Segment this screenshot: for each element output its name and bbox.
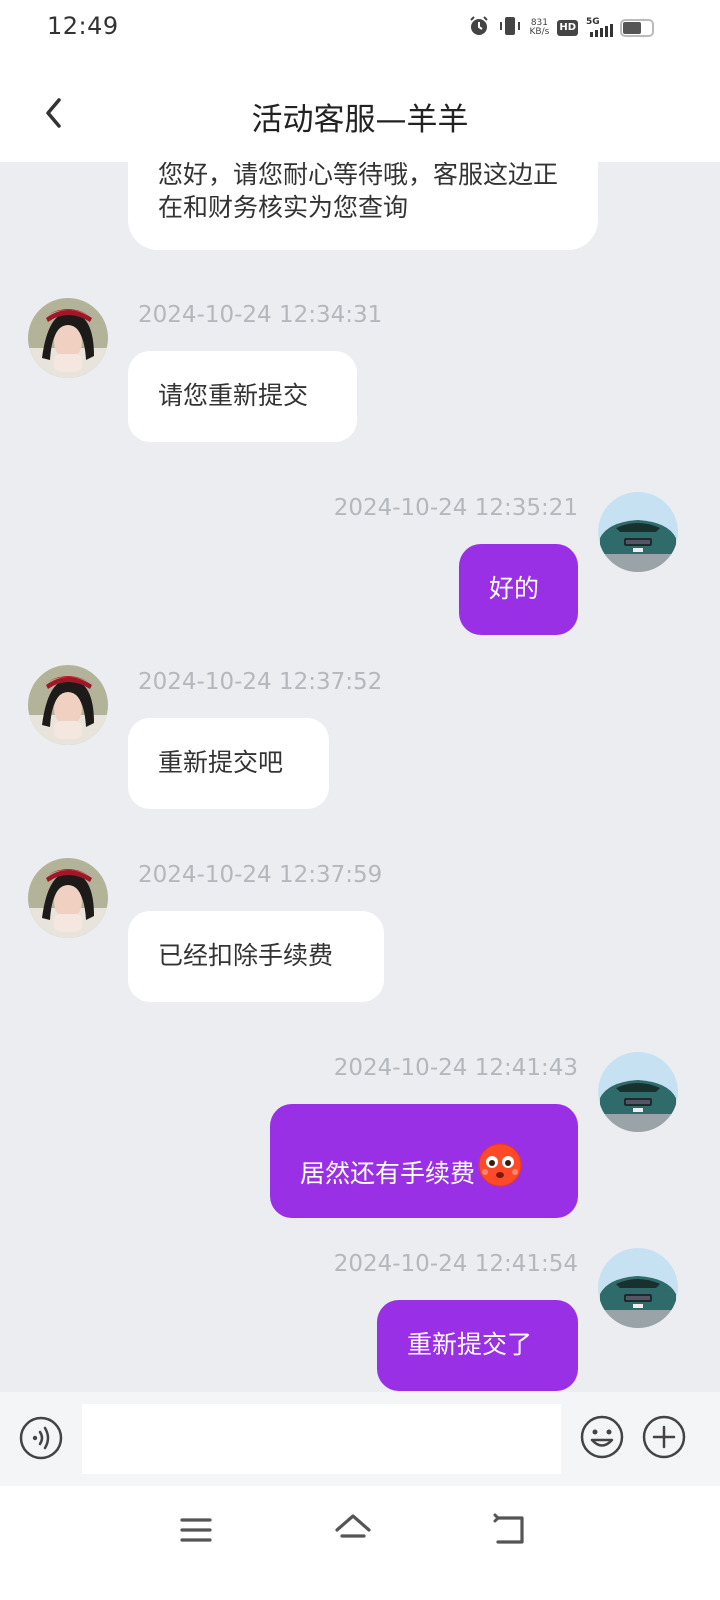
agent-avatar[interactable] (28, 298, 108, 378)
status-icons: 831 KB/s HD 5G (468, 16, 654, 40)
message-timestamp: 2024-10-24 12:35:21 (333, 495, 578, 521)
message-bubble-incoming[interactable]: 重新提交吧 (128, 718, 329, 809)
message-bubble-incoming[interactable]: 请您重新提交 (128, 351, 357, 442)
message-timestamp: 2024-10-24 12:37:59 (138, 862, 383, 888)
home-icon (335, 1514, 371, 1538)
menu-icon (180, 1518, 212, 1542)
message-text: 您好，请您耐心等待哦，客服这边正在和财务核实为您查询 (158, 162, 559, 222)
smiley-icon (580, 1415, 624, 1459)
page-title: 活动客服—羊羊 (251, 102, 469, 138)
message-text: 重新提交了 (407, 1330, 533, 1359)
nav-home-button[interactable] (333, 1510, 373, 1550)
message-input[interactable] (82, 1404, 561, 1474)
network-speed: 831 KB/s (530, 19, 550, 37)
message-text: 已经扣除手续费 (158, 941, 334, 970)
message-bubble-incoming[interactable]: 您好，请您耐心等待哦，客服这边正在和财务核实为您查询 (128, 162, 598, 250)
user-avatar-image (598, 492, 678, 572)
chat-messages[interactable]: 您好，请您耐心等待哦，客服这边正在和财务核实为您查询 2024-10-24 12… (0, 162, 720, 1392)
user-avatar-image (598, 1248, 678, 1328)
nav-back-button[interactable] (490, 1510, 530, 1550)
message-text: 居然还有手续费 (300, 1159, 476, 1188)
battery-icon (620, 19, 654, 37)
agent-avatar-image (28, 298, 108, 378)
message-timestamp: 2024-10-24 12:41:54 (333, 1251, 578, 1277)
agent-avatar[interactable] (28, 858, 108, 938)
message-text: 好的 (489, 574, 540, 603)
message-text: 重新提交吧 (158, 748, 284, 777)
chat-header: 活动客服—羊羊 (0, 60, 720, 162)
user-avatar-image (598, 1052, 678, 1132)
signal-icon: 5G (586, 17, 613, 39)
message-timestamp: 2024-10-24 12:41:43 (333, 1055, 578, 1081)
message-timestamp: 2024-10-24 12:37:52 (138, 669, 383, 695)
message-text: 请您重新提交 (158, 381, 309, 410)
status-time: 12:49 (47, 12, 119, 40)
hd-badge: HD (557, 20, 578, 36)
system-nav-bar (0, 1486, 720, 1600)
status-bar: 12:49 831 KB/s HD 5G (0, 0, 720, 60)
more-options-button[interactable] (642, 1415, 686, 1459)
user-avatar[interactable] (598, 1248, 678, 1328)
message-bubble-outgoing[interactable]: 居然还有手续费 (270, 1104, 578, 1218)
alarm-icon (468, 15, 490, 41)
plus-icon (642, 1415, 686, 1459)
user-avatar[interactable] (598, 492, 678, 572)
agent-avatar[interactable] (28, 665, 108, 745)
emoji-button[interactable] (580, 1415, 624, 1459)
nav-menu-button[interactable] (176, 1510, 216, 1550)
agent-avatar-image (28, 858, 108, 938)
network-speed-unit: KB/s (529, 27, 550, 37)
message-bubble-incoming[interactable]: 已经扣除手续费 (128, 911, 384, 1002)
user-avatar[interactable] (598, 1052, 678, 1132)
voice-button[interactable] (19, 1416, 63, 1460)
voice-icon (19, 1416, 63, 1460)
flushed-face-emoji (478, 1143, 522, 1187)
agent-avatar-image (28, 665, 108, 745)
message-input-bar (0, 1392, 720, 1486)
message-bubble-outgoing[interactable]: 重新提交了 (377, 1300, 578, 1391)
return-icon (493, 1513, 524, 1544)
message-timestamp: 2024-10-24 12:34:31 (138, 302, 383, 328)
message-bubble-outgoing[interactable]: 好的 (459, 544, 578, 635)
vibrate-icon (498, 15, 522, 41)
